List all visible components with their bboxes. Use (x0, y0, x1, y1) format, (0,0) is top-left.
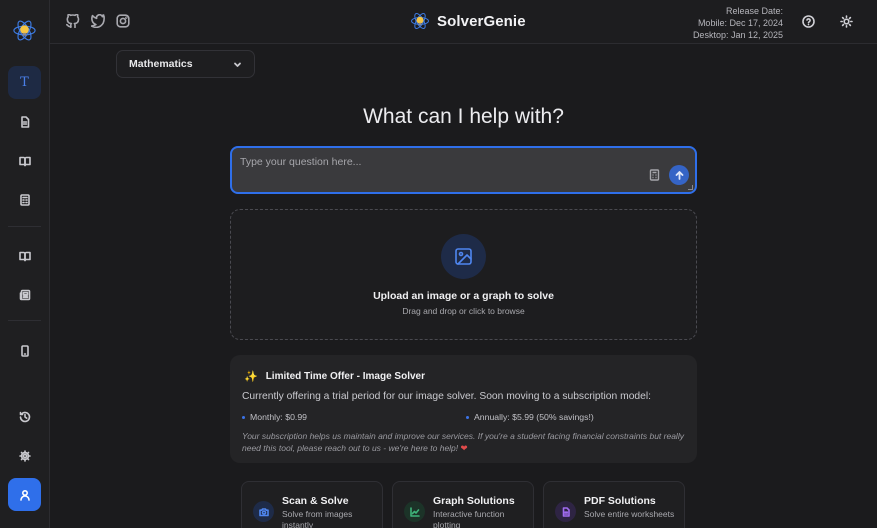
sidebar-item-library[interactable] (8, 239, 41, 272)
desktop-release-date: Desktop: Jan 12, 2025 (692, 30, 783, 40)
camera-icon (258, 507, 269, 516)
book-open-icon (18, 156, 31, 166)
feature-description: Solve entire worksheets (584, 509, 675, 519)
feature-title: Scan & Solve (282, 495, 349, 507)
app-title: SolverGenie (437, 12, 526, 30)
plan-annual-text: Annually: $5.99 (50% savings!) (474, 412, 594, 422)
upload-icon-badge (441, 234, 486, 279)
subject-select-value: Mathematics (129, 58, 193, 70)
sidebar-divider (8, 226, 41, 227)
sidebar-divider (8, 320, 41, 321)
chart-line-icon (409, 506, 420, 517)
history-icon (19, 411, 30, 422)
send-button[interactable] (669, 165, 689, 185)
feature-icon-badge (404, 501, 425, 522)
feature-title: PDF Solutions (584, 495, 656, 507)
limited-offer-card: ✨ Limited Time Offer - Image Solver Curr… (230, 355, 697, 463)
image-icon (455, 248, 472, 265)
github-icon (66, 13, 80, 29)
plan-monthly: Monthly: $0.99 (242, 412, 307, 422)
mobile-icon (20, 344, 29, 357)
calculator-button[interactable] (649, 168, 660, 181)
twitter-link[interactable] (90, 13, 105, 29)
page-title: What can I help with? (363, 105, 564, 128)
image-upload-dropzone[interactable]: Upload an image or a graph to solve Drag… (230, 209, 697, 340)
bullet-icon (466, 415, 469, 419)
sidebar-item-news[interactable] (8, 278, 41, 311)
sidebar: T (0, 0, 50, 528)
newspaper-icon (19, 289, 30, 300)
feature-icon-badge (253, 501, 274, 522)
logo-icon (13, 20, 36, 41)
feature-description: Solve from images instantly (282, 509, 353, 528)
offer-header: ✨ Limited Time Offer - Image Solver (244, 370, 425, 383)
question-box (230, 146, 697, 194)
calculator-icon (19, 193, 30, 206)
feature-card-graph[interactable]: Graph Solutions Interactive function plo… (392, 481, 534, 528)
logo-icon (411, 12, 429, 30)
twitter-icon (90, 13, 105, 29)
sidebar-item-settings[interactable] (8, 439, 41, 472)
user-icon (19, 489, 30, 501)
help-icon (802, 15, 815, 28)
release-info: Release Date: Mobile: Dec 17, 2024 Deskt… (693, 5, 783, 41)
document-icon (20, 115, 29, 128)
brand: SolverGenie (410, 11, 526, 31)
heart-icon: ❤ (460, 443, 468, 453)
settings-icon (18, 449, 31, 462)
sidebar-item-calculator[interactable] (8, 183, 41, 216)
offer-note: Your subscription helps us maintain and … (242, 430, 689, 454)
file-icon (562, 506, 570, 517)
feature-title: Graph Solutions (433, 495, 515, 507)
feature-card-scan[interactable]: Scan & Solve Solve from images instantly (241, 481, 383, 528)
mobile-release-date: Mobile: Dec 17, 2024 (697, 18, 783, 28)
arrow-up-icon (675, 170, 683, 180)
top-header: SolverGenie Release Date: Mobile: Dec 17… (50, 0, 877, 44)
resize-handle[interactable] (688, 185, 693, 190)
upload-subtitle: Drag and drop or click to browse (402, 306, 525, 316)
chevron-down-icon (233, 60, 242, 69)
theme-sun-icon (840, 15, 853, 28)
sidebar-item-text[interactable]: T (8, 66, 41, 99)
subject-select[interactable]: Mathematics (116, 50, 255, 78)
feature-card-pdf[interactable]: PDF Solutions Solve entire worksheets (543, 481, 685, 528)
sparkle-icon: ✨ (244, 371, 258, 383)
offer-description: Currently offering a trial period for ou… (242, 391, 652, 402)
theme-toggle-button[interactable] (840, 15, 853, 28)
feature-description: Interactive function plotting (433, 509, 505, 528)
upload-title: Upload an image or a graph to solve (373, 290, 554, 302)
sidebar-item-history[interactable] (8, 400, 41, 433)
text-icon: T (20, 75, 29, 90)
plan-monthly-text: Monthly: $0.99 (250, 412, 307, 422)
offer-title: Limited Time Offer - Image Solver (265, 371, 426, 382)
book-icon (18, 251, 31, 261)
plan-annual: Annually: $5.99 (50% savings!) (466, 412, 594, 422)
github-link[interactable] (66, 13, 80, 29)
question-input[interactable] (240, 156, 620, 168)
calculator-icon (649, 169, 660, 181)
bullet-icon (242, 415, 245, 419)
release-label: Release Date: (725, 6, 783, 16)
sidebar-item-mobile[interactable] (8, 334, 41, 367)
sidebar-item-book-open[interactable] (8, 144, 41, 177)
instagram-icon (116, 14, 130, 28)
help-button[interactable] (802, 15, 815, 28)
instagram-link[interactable] (116, 14, 130, 28)
sidebar-item-profile[interactable] (8, 478, 41, 511)
feature-icon-badge (555, 501, 576, 522)
sidebar-item-document[interactable] (8, 105, 41, 138)
